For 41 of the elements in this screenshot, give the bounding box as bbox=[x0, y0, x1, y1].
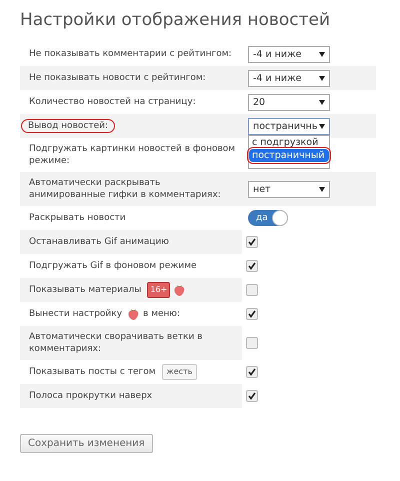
caret-icon bbox=[319, 186, 325, 192]
strawberry-icon bbox=[128, 308, 140, 320]
caret-icon bbox=[319, 52, 325, 56]
setting-label: Показывать посты с тегом bbox=[28, 366, 157, 379]
setting-label: Автоматически раскрывать анимированные гифки в комментариях: bbox=[28, 177, 222, 202]
checkbox[interactable] bbox=[246, 337, 258, 349]
toggle-switch[interactable]: да bbox=[248, 210, 288, 226]
caret-icon bbox=[319, 76, 325, 80]
setting-label: Раскрывать новости bbox=[28, 212, 127, 225]
setting-label: Количество новостей на страницу: bbox=[28, 96, 197, 109]
caret-icon bbox=[319, 100, 325, 104]
dropdown[interactable]: постраничнь bbox=[248, 118, 330, 134]
setting-label: Полоса прокрутки наверх bbox=[28, 390, 154, 403]
strawberry-icon bbox=[174, 284, 186, 296]
dropdown[interactable]: нет bbox=[248, 180, 330, 198]
checkbox[interactable] bbox=[246, 308, 258, 320]
checkbox[interactable] bbox=[246, 236, 258, 248]
dropdown[interactable]: -4 и ниже bbox=[248, 46, 330, 62]
checkbox[interactable] bbox=[246, 260, 258, 272]
dropdown-option[interactable]: с подгрузкой bbox=[249, 136, 329, 148]
dropdown[interactable]: -4 и ниже bbox=[248, 70, 330, 86]
setting-label: Вынести настройку bbox=[28, 308, 124, 321]
setting-label: Не показывать комментарии с рейтингом: bbox=[28, 48, 233, 61]
setting-label: Останавливать Gif анимацию bbox=[28, 236, 170, 249]
setting-label: Автоматически сворачивать ветки в комментариях: bbox=[28, 331, 204, 356]
dropdown[interactable]: 20 bbox=[248, 94, 330, 110]
tag-chip[interactable]: жесть bbox=[162, 364, 198, 380]
age-badge: 16+ bbox=[147, 282, 170, 298]
setting-label: Не показывать новости с рейтингом: bbox=[28, 72, 207, 85]
setting-label: Подгружать Gif в фоновом режиме bbox=[28, 260, 198, 273]
setting-label: Показывать материалы bbox=[28, 284, 142, 297]
dropdown-option[interactable]: постраничный bbox=[249, 148, 329, 162]
page-title: Настройки отображения новостей bbox=[20, 10, 332, 30]
setting-label: в меню: bbox=[142, 308, 182, 321]
setting-label: Вывод новостей: bbox=[21, 119, 115, 133]
caret-icon bbox=[319, 124, 325, 128]
checkbox[interactable] bbox=[246, 366, 258, 378]
setting-label: Подгружать картинки новостей в фоновом режиме: bbox=[28, 143, 236, 168]
save-button[interactable]: Сохранить изменения bbox=[20, 434, 153, 453]
checkbox[interactable] bbox=[246, 284, 258, 296]
checkbox[interactable] bbox=[246, 390, 258, 402]
